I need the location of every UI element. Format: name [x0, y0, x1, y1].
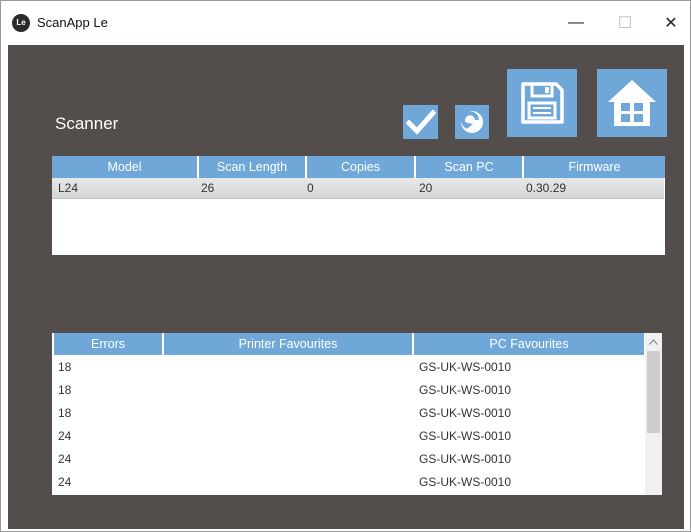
- table-row[interactable]: L24 26 0 20 0.30.29: [52, 178, 664, 199]
- cell-copies: 0: [307, 181, 314, 195]
- scroll-up-icon[interactable]: [645, 333, 662, 350]
- cell-scan-length: 26: [201, 181, 215, 195]
- save-button[interactable]: [507, 69, 577, 137]
- cell-errors: 18: [58, 383, 72, 397]
- cell-pc-favourite: GS-UK-WS-0010: [419, 383, 512, 397]
- cell-pc-favourite: GS-UK-WS-0010: [419, 406, 512, 420]
- check-icon: [405, 109, 436, 135]
- cell-errors: 18: [58, 406, 72, 420]
- window-title: ScanApp Le: [37, 15, 108, 30]
- close-icon: ✕: [664, 15, 678, 32]
- maximize-button[interactable]: ☐: [602, 1, 648, 45]
- table-row[interactable]: 18 GS-UK-WS-0010: [52, 401, 644, 424]
- table-row[interactable]: 24 GS-UK-WS-0010: [52, 424, 644, 447]
- scroll-thumb[interactable]: [647, 351, 660, 433]
- column-header-model[interactable]: Model: [52, 156, 199, 178]
- cell-errors: 24: [58, 452, 72, 466]
- column-header-scan-pc[interactable]: Scan PC: [416, 156, 524, 178]
- column-header-errors[interactable]: Errors: [54, 333, 164, 355]
- minimize-button[interactable]: —: [553, 1, 599, 45]
- home-icon: [608, 80, 656, 126]
- minimize-icon: —: [568, 14, 584, 31]
- table-row[interactable]: 24 GS-UK-WS-0010: [52, 470, 644, 493]
- cell-firmware: 0.30.29: [526, 181, 567, 195]
- cell-model: L24: [58, 181, 79, 195]
- refresh-button[interactable]: [455, 105, 489, 139]
- cell-errors: 24: [58, 475, 72, 489]
- app-logo-icon: Le: [12, 14, 30, 32]
- cell-pc-favourite: GS-UK-WS-0010: [419, 429, 512, 443]
- scanner-table[interactable]: Model Scan Length Copies Scan PC Firmwar…: [52, 156, 665, 255]
- save-icon: [521, 82, 564, 124]
- column-header-scan-length[interactable]: Scan Length: [199, 156, 307, 178]
- column-header-pc-favourites[interactable]: PC Favourites: [414, 333, 644, 355]
- cell-scan-pc: 20: [419, 181, 433, 195]
- column-header-copies[interactable]: Copies: [307, 156, 416, 178]
- app-window: Le ScanApp Le — ☐ ✕ Scanner Model Scan L…: [0, 0, 691, 532]
- favourites-rows: 18 GS-UK-WS-0010 18 GS-UK-WS-0010 18 GS-…: [52, 355, 644, 495]
- table-row[interactable]: 24 GS-UK-WS-0010: [52, 447, 644, 470]
- refresh-icon: [461, 111, 483, 133]
- cell-pc-favourite: GS-UK-WS-0010: [419, 360, 512, 374]
- maximize-icon: ☐: [617, 15, 633, 32]
- table-row[interactable]: 18 GS-UK-WS-0010: [52, 378, 644, 401]
- confirm-button[interactable]: [403, 105, 438, 139]
- column-header-firmware[interactable]: Firmware: [524, 156, 665, 178]
- favourites-table[interactable]: Errors Printer Favourites PC Favourites …: [52, 333, 662, 495]
- column-header-printer-favourites[interactable]: Printer Favourites: [164, 333, 414, 355]
- vertical-scrollbar[interactable]: [645, 333, 662, 495]
- cell-errors: 18: [58, 360, 72, 374]
- title-bar: Le ScanApp Le — ☐ ✕: [1, 1, 690, 45]
- cell-pc-favourite: GS-UK-WS-0010: [419, 475, 512, 489]
- cell-pc-favourite: GS-UK-WS-0010: [419, 452, 512, 466]
- cell-errors: 24: [58, 429, 72, 443]
- table-row[interactable]: 18 GS-UK-WS-0010: [52, 355, 644, 378]
- section-title-scanner: Scanner: [55, 114, 119, 133]
- main-content: Scanner Model Scan Length Copies Scan PC…: [8, 45, 684, 529]
- home-button[interactable]: [597, 69, 667, 137]
- close-button[interactable]: ✕: [648, 1, 691, 45]
